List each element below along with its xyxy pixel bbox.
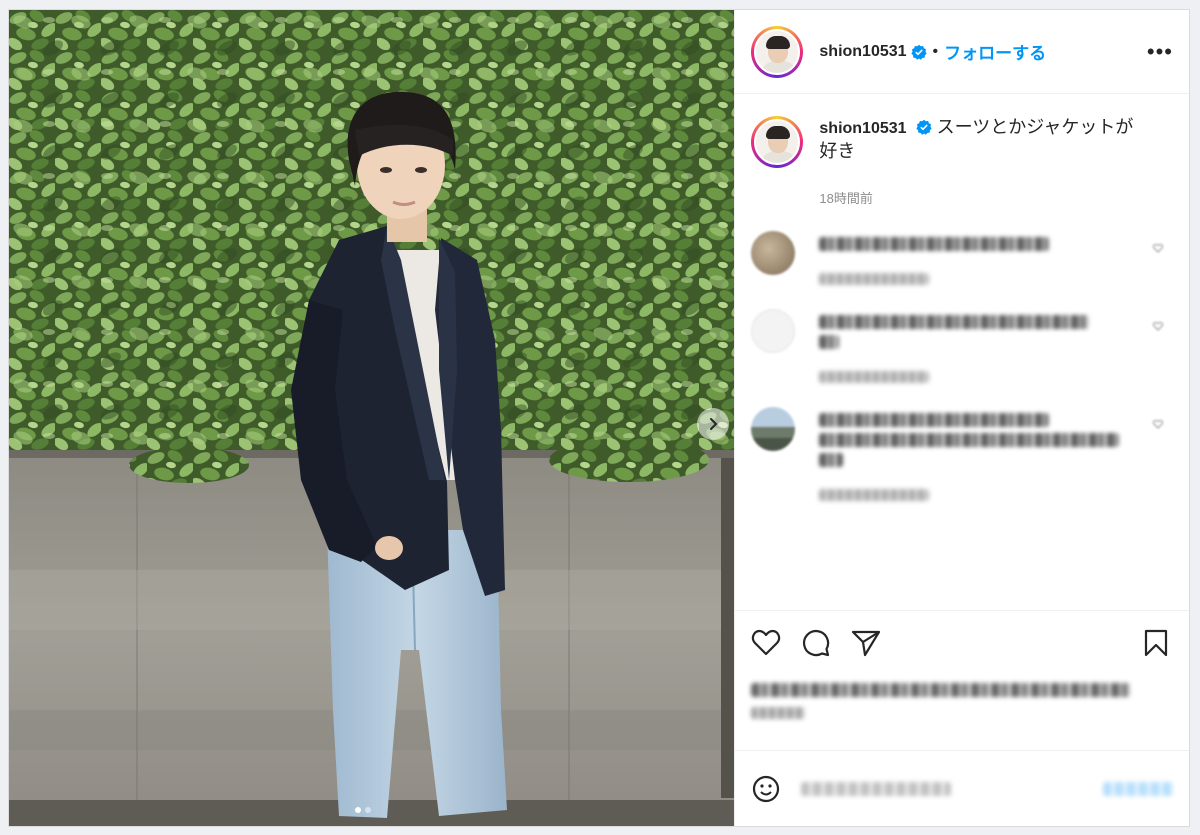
comment-composer [735, 750, 1189, 826]
caption: shion10531 スーツとかジャケットが好き [751, 116, 1173, 168]
avatar-image [754, 28, 801, 75]
post-side-panel: shion10531 • フォローする ••• shion10531 スーツとか… [734, 10, 1189, 826]
heart-icon[interactable] [1153, 243, 1163, 253]
comment-input-redacted[interactable] [801, 781, 952, 796]
redacted-likes-count [751, 707, 806, 719]
comment-bubble-icon[interactable] [801, 628, 831, 658]
comment-item [751, 309, 1173, 383]
verified-badge-icon [910, 44, 927, 60]
caption-text-block: shion10531 スーツとかジャケットが好き [819, 116, 1149, 168]
redacted-comment-meta [819, 273, 930, 285]
comment-content-redacted [819, 309, 1139, 383]
redacted-comment-meta [819, 371, 930, 383]
carousel-indicator [355, 807, 371, 813]
redacted-comment-meta [819, 489, 930, 501]
username-link[interactable]: shion10531 [819, 43, 906, 61]
emoji-icon[interactable] [751, 774, 781, 804]
chevron-right-icon [710, 418, 718, 430]
avatar[interactable] [751, 116, 804, 168]
commenter-avatar[interactable] [751, 407, 796, 451]
redacted-comment-text [819, 433, 1120, 447]
action-icons-row [751, 623, 1173, 663]
bookmark-icon[interactable] [1143, 628, 1169, 658]
post-comment-button-redacted[interactable] [1103, 781, 1173, 796]
avatar-image [754, 119, 801, 165]
comment-item [751, 407, 1173, 501]
photo-scene [9, 10, 735, 826]
comment-item [751, 231, 1173, 285]
header-separator: • [932, 42, 939, 60]
avatar[interactable] [751, 25, 804, 78]
instagram-post-window: shion10531 • フォローする ••• shion10531 スーツとか… [8, 9, 1190, 827]
post-header: shion10531 • フォローする ••• [735, 10, 1189, 94]
heart-icon[interactable] [1153, 419, 1163, 429]
carousel-next-button[interactable] [697, 408, 729, 440]
redacted-comment-text [819, 237, 1050, 251]
carousel-dot [365, 807, 371, 813]
more-options-button[interactable]: ••• [1147, 39, 1173, 65]
redacted-comment-text [819, 315, 1090, 329]
post-actions [735, 610, 1189, 750]
paper-plane-icon[interactable] [851, 629, 881, 657]
redacted-comment-text [819, 413, 1050, 427]
comment-content-redacted [819, 407, 1139, 501]
post-photo [9, 10, 735, 826]
redacted-comment-text [819, 335, 840, 349]
commenter-avatar[interactable] [751, 231, 796, 275]
redacted-comment-text [819, 453, 844, 467]
comments-list[interactable]: shion10531 スーツとかジャケットが好き 18時間前 [735, 94, 1189, 610]
caption-username[interactable]: shion10531 [819, 120, 906, 137]
post-timestamp: 18時間前 [819, 191, 873, 206]
carousel-dot-active [355, 807, 361, 813]
heart-icon[interactable] [1153, 321, 1163, 331]
follow-button[interactable]: フォローする [944, 39, 1046, 64]
verified-badge-icon [915, 119, 932, 135]
comment-content-redacted [819, 231, 1139, 285]
commenter-avatar[interactable] [751, 309, 796, 353]
redacted-likes-text [751, 683, 1132, 697]
heart-icon[interactable] [751, 629, 781, 657]
